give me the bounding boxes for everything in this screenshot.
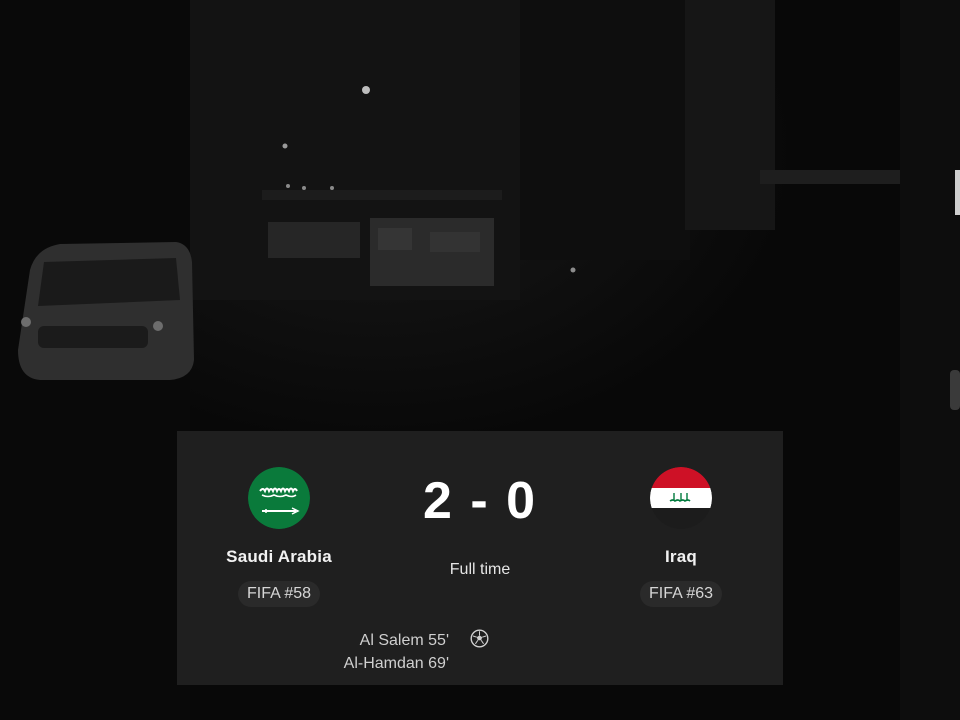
screen: Saudi Arabia FIFA #58 2 - 0 Full time Ir… <box>0 0 960 720</box>
home-team[interactable]: Saudi Arabia FIFA #58 <box>199 467 359 607</box>
iraq-flag-icon <box>650 467 712 529</box>
match-card[interactable]: Saudi Arabia FIFA #58 2 - 0 Full time Ir… <box>177 431 783 685</box>
home-goal-scorers: Al Salem 55' Al-Hamdan 69' <box>344 629 449 675</box>
soccer-ball-icon <box>470 629 489 648</box>
away-team-fifa-rank: FIFA #63 <box>639 581 723 607</box>
home-team-fifa-rank: FIFA #58 <box>237 581 321 607</box>
saudi-arabia-flag-icon <box>248 467 310 529</box>
goal-scorer: Al Salem 55' <box>359 632 449 649</box>
score-separator: - <box>470 472 490 530</box>
away-team-name: Iraq <box>665 547 697 566</box>
home-score: 2 <box>422 472 454 530</box>
away-score: 0 <box>506 472 538 530</box>
away-team[interactable]: Iraq FIFA #63 <box>601 467 761 607</box>
goal-scorer: Al-Hamdan 69' <box>343 655 449 672</box>
